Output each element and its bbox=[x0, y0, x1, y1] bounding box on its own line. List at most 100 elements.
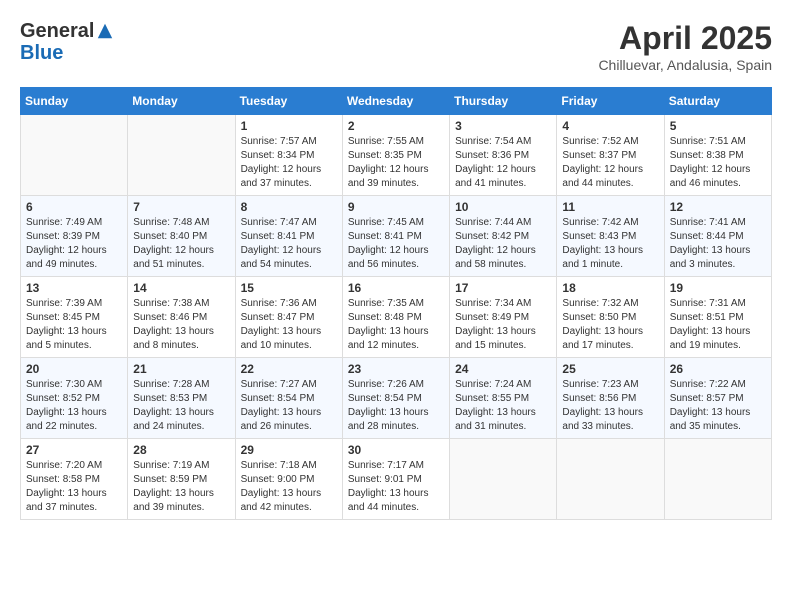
weekday-header-wednesday: Wednesday bbox=[342, 88, 449, 115]
calendar-cell: 27 Sunrise: 7:20 AM Sunset: 8:58 PM Dayli… bbox=[21, 439, 128, 520]
day-number: 4 bbox=[562, 119, 658, 133]
calendar-cell: 15 Sunrise: 7:36 AM Sunset: 8:47 PM Dayli… bbox=[235, 277, 342, 358]
calendar-cell: 1Sunrise: 7:57 AM Sunset: 8:34 PM Daylig… bbox=[235, 115, 342, 196]
calendar-table: SundayMondayTuesdayWednesdayThursdayFrid… bbox=[20, 87, 772, 520]
day-info: Sunrise: 7:39 AM Sunset: 8:45 PM Dayligh… bbox=[26, 297, 122, 353]
logo-general: General bbox=[20, 20, 94, 42]
day-info: Sunrise: 7:18 AM Sunset: 9:00 PM Dayligh… bbox=[241, 459, 337, 515]
day-number: 9 bbox=[348, 200, 444, 214]
day-number: 15 bbox=[241, 281, 337, 295]
calendar-cell: 13 Sunrise: 7:39 AM Sunset: 8:45 PM Dayli… bbox=[21, 277, 128, 358]
logo-icon bbox=[96, 22, 114, 40]
day-number: 23 bbox=[348, 362, 444, 376]
calendar-cell: 2Sunrise: 7:55 AM Sunset: 8:35 PM Daylig… bbox=[342, 115, 449, 196]
day-info: Sunrise: 7:26 AM Sunset: 8:54 PM Dayligh… bbox=[348, 378, 444, 434]
calendar-cell: 9 Sunrise: 7:45 AM Sunset: 8:41 PM Daylig… bbox=[342, 196, 449, 277]
calendar-cell: 10 Sunrise: 7:44 AM Sunset: 8:42 PM Dayli… bbox=[450, 196, 557, 277]
day-info: Sunrise: 7:36 AM Sunset: 8:47 PM Dayligh… bbox=[241, 297, 337, 353]
day-number: 27 bbox=[26, 443, 122, 457]
weekday-header-tuesday: Tuesday bbox=[235, 88, 342, 115]
calendar-cell: 12 Sunrise: 7:41 AM Sunset: 8:44 PM Dayli… bbox=[664, 196, 771, 277]
day-info: Sunrise: 7:32 AM Sunset: 8:50 PM Dayligh… bbox=[562, 297, 658, 353]
calendar-cell: 29Sunrise: 7:18 AM Sunset: 9:00 PM Dayli… bbox=[235, 439, 342, 520]
weekday-header-monday: Monday bbox=[128, 88, 235, 115]
calendar-cell bbox=[450, 439, 557, 520]
calendar-cell: 4 Sunrise: 7:52 AM Sunset: 8:37 PM Daylig… bbox=[557, 115, 664, 196]
calendar-cell: 25Sunrise: 7:23 AM Sunset: 8:56 PM Dayli… bbox=[557, 358, 664, 439]
day-number: 21 bbox=[133, 362, 229, 376]
day-info: Sunrise: 7:57 AM Sunset: 8:34 PM Dayligh… bbox=[241, 135, 337, 191]
day-info: Sunrise: 7:45 AM Sunset: 8:41 PM Dayligh… bbox=[348, 216, 444, 272]
calendar-cell: 20 Sunrise: 7:30 AM Sunset: 8:52 PM Dayli… bbox=[21, 358, 128, 439]
calendar-cell bbox=[21, 115, 128, 196]
day-info: Sunrise: 7:38 AM Sunset: 8:46 PM Dayligh… bbox=[133, 297, 229, 353]
calendar-week-row: 20 Sunrise: 7:30 AM Sunset: 8:52 PM Dayli… bbox=[21, 358, 772, 439]
location: Chilluevar, Andalusia, Spain bbox=[598, 57, 772, 73]
day-number: 16 bbox=[348, 281, 444, 295]
day-number: 24 bbox=[455, 362, 551, 376]
day-info: Sunrise: 7:41 AM Sunset: 8:44 PM Dayligh… bbox=[670, 216, 766, 272]
day-number: 17 bbox=[455, 281, 551, 295]
day-number: 3 bbox=[455, 119, 551, 133]
day-number: 19 bbox=[670, 281, 766, 295]
day-info: Sunrise: 7:44 AM Sunset: 8:42 PM Dayligh… bbox=[455, 216, 551, 272]
weekday-header-sunday: Sunday bbox=[21, 88, 128, 115]
day-number: 22 bbox=[241, 362, 337, 376]
calendar-cell: 18 Sunrise: 7:32 AM Sunset: 8:50 PM Dayli… bbox=[557, 277, 664, 358]
calendar-week-row: 27 Sunrise: 7:20 AM Sunset: 8:58 PM Dayli… bbox=[21, 439, 772, 520]
calendar-cell: 30Sunrise: 7:17 AM Sunset: 9:01 PM Dayli… bbox=[342, 439, 449, 520]
calendar-week-row: 6Sunrise: 7:49 AM Sunset: 8:39 PM Daylig… bbox=[21, 196, 772, 277]
weekday-header-friday: Friday bbox=[557, 88, 664, 115]
day-number: 10 bbox=[455, 200, 551, 214]
day-info: Sunrise: 7:31 AM Sunset: 8:51 PM Dayligh… bbox=[670, 297, 766, 353]
calendar-cell: 11 Sunrise: 7:42 AM Sunset: 8:43 PM Dayli… bbox=[557, 196, 664, 277]
calendar-cell: 7 Sunrise: 7:48 AM Sunset: 8:40 PM Daylig… bbox=[128, 196, 235, 277]
day-number: 11 bbox=[562, 200, 658, 214]
calendar-cell: 22 Sunrise: 7:27 AM Sunset: 8:54 PM Dayli… bbox=[235, 358, 342, 439]
day-info: Sunrise: 7:19 AM Sunset: 8:59 PM Dayligh… bbox=[133, 459, 229, 515]
day-number: 25 bbox=[562, 362, 658, 376]
day-info: Sunrise: 7:30 AM Sunset: 8:52 PM Dayligh… bbox=[26, 378, 122, 434]
calendar-cell: 16 Sunrise: 7:35 AM Sunset: 8:48 PM Dayli… bbox=[342, 277, 449, 358]
day-number: 8 bbox=[241, 200, 337, 214]
day-info: Sunrise: 7:20 AM Sunset: 8:58 PM Dayligh… bbox=[26, 459, 122, 515]
day-number: 7 bbox=[133, 200, 229, 214]
day-info: Sunrise: 7:28 AM Sunset: 8:53 PM Dayligh… bbox=[133, 378, 229, 434]
day-info: Sunrise: 7:49 AM Sunset: 8:39 PM Dayligh… bbox=[26, 216, 122, 272]
calendar-cell: 14 Sunrise: 7:38 AM Sunset: 8:46 PM Dayli… bbox=[128, 277, 235, 358]
day-info: Sunrise: 7:24 AM Sunset: 8:55 PM Dayligh… bbox=[455, 378, 551, 434]
day-info: Sunrise: 7:42 AM Sunset: 8:43 PM Dayligh… bbox=[562, 216, 658, 272]
title-block: April 2025 Chilluevar, Andalusia, Spain bbox=[598, 20, 772, 73]
weekday-header-row: SundayMondayTuesdayWednesdayThursdayFrid… bbox=[21, 88, 772, 115]
day-number: 14 bbox=[133, 281, 229, 295]
calendar-cell: 24 Sunrise: 7:24 AM Sunset: 8:55 PM Dayli… bbox=[450, 358, 557, 439]
day-number: 13 bbox=[26, 281, 122, 295]
calendar-cell bbox=[128, 115, 235, 196]
day-number: 12 bbox=[670, 200, 766, 214]
calendar-cell: 17Sunrise: 7:34 AM Sunset: 8:49 PM Dayli… bbox=[450, 277, 557, 358]
calendar-cell: 8 Sunrise: 7:47 AM Sunset: 8:41 PM Daylig… bbox=[235, 196, 342, 277]
calendar-cell: 19 Sunrise: 7:31 AM Sunset: 8:51 PM Dayli… bbox=[664, 277, 771, 358]
day-info: Sunrise: 7:27 AM Sunset: 8:54 PM Dayligh… bbox=[241, 378, 337, 434]
calendar-cell: 5 Sunrise: 7:51 AM Sunset: 8:38 PM Daylig… bbox=[664, 115, 771, 196]
day-info: Sunrise: 7:22 AM Sunset: 8:57 PM Dayligh… bbox=[670, 378, 766, 434]
day-number: 2 bbox=[348, 119, 444, 133]
day-info: Sunrise: 7:52 AM Sunset: 8:37 PM Dayligh… bbox=[562, 135, 658, 191]
logo: General Blue bbox=[20, 20, 114, 64]
day-number: 18 bbox=[562, 281, 658, 295]
day-number: 20 bbox=[26, 362, 122, 376]
day-number: 5 bbox=[670, 119, 766, 133]
weekday-header-thursday: Thursday bbox=[450, 88, 557, 115]
calendar-week-row: 13 Sunrise: 7:39 AM Sunset: 8:45 PM Dayli… bbox=[21, 277, 772, 358]
calendar-week-row: 1Sunrise: 7:57 AM Sunset: 8:34 PM Daylig… bbox=[21, 115, 772, 196]
weekday-header-saturday: Saturday bbox=[664, 88, 771, 115]
day-info: Sunrise: 7:48 AM Sunset: 8:40 PM Dayligh… bbox=[133, 216, 229, 272]
day-info: Sunrise: 7:51 AM Sunset: 8:38 PM Dayligh… bbox=[670, 135, 766, 191]
calendar-cell: 26Sunrise: 7:22 AM Sunset: 8:57 PM Dayli… bbox=[664, 358, 771, 439]
page-header: General Blue April 2025 Chilluevar, Anda… bbox=[20, 20, 772, 73]
month-title: April 2025 bbox=[598, 20, 772, 57]
calendar-cell: 28Sunrise: 7:19 AM Sunset: 8:59 PM Dayli… bbox=[128, 439, 235, 520]
calendar-cell: 21 Sunrise: 7:28 AM Sunset: 8:53 PM Dayli… bbox=[128, 358, 235, 439]
day-info: Sunrise: 7:47 AM Sunset: 8:41 PM Dayligh… bbox=[241, 216, 337, 272]
day-info: Sunrise: 7:35 AM Sunset: 8:48 PM Dayligh… bbox=[348, 297, 444, 353]
